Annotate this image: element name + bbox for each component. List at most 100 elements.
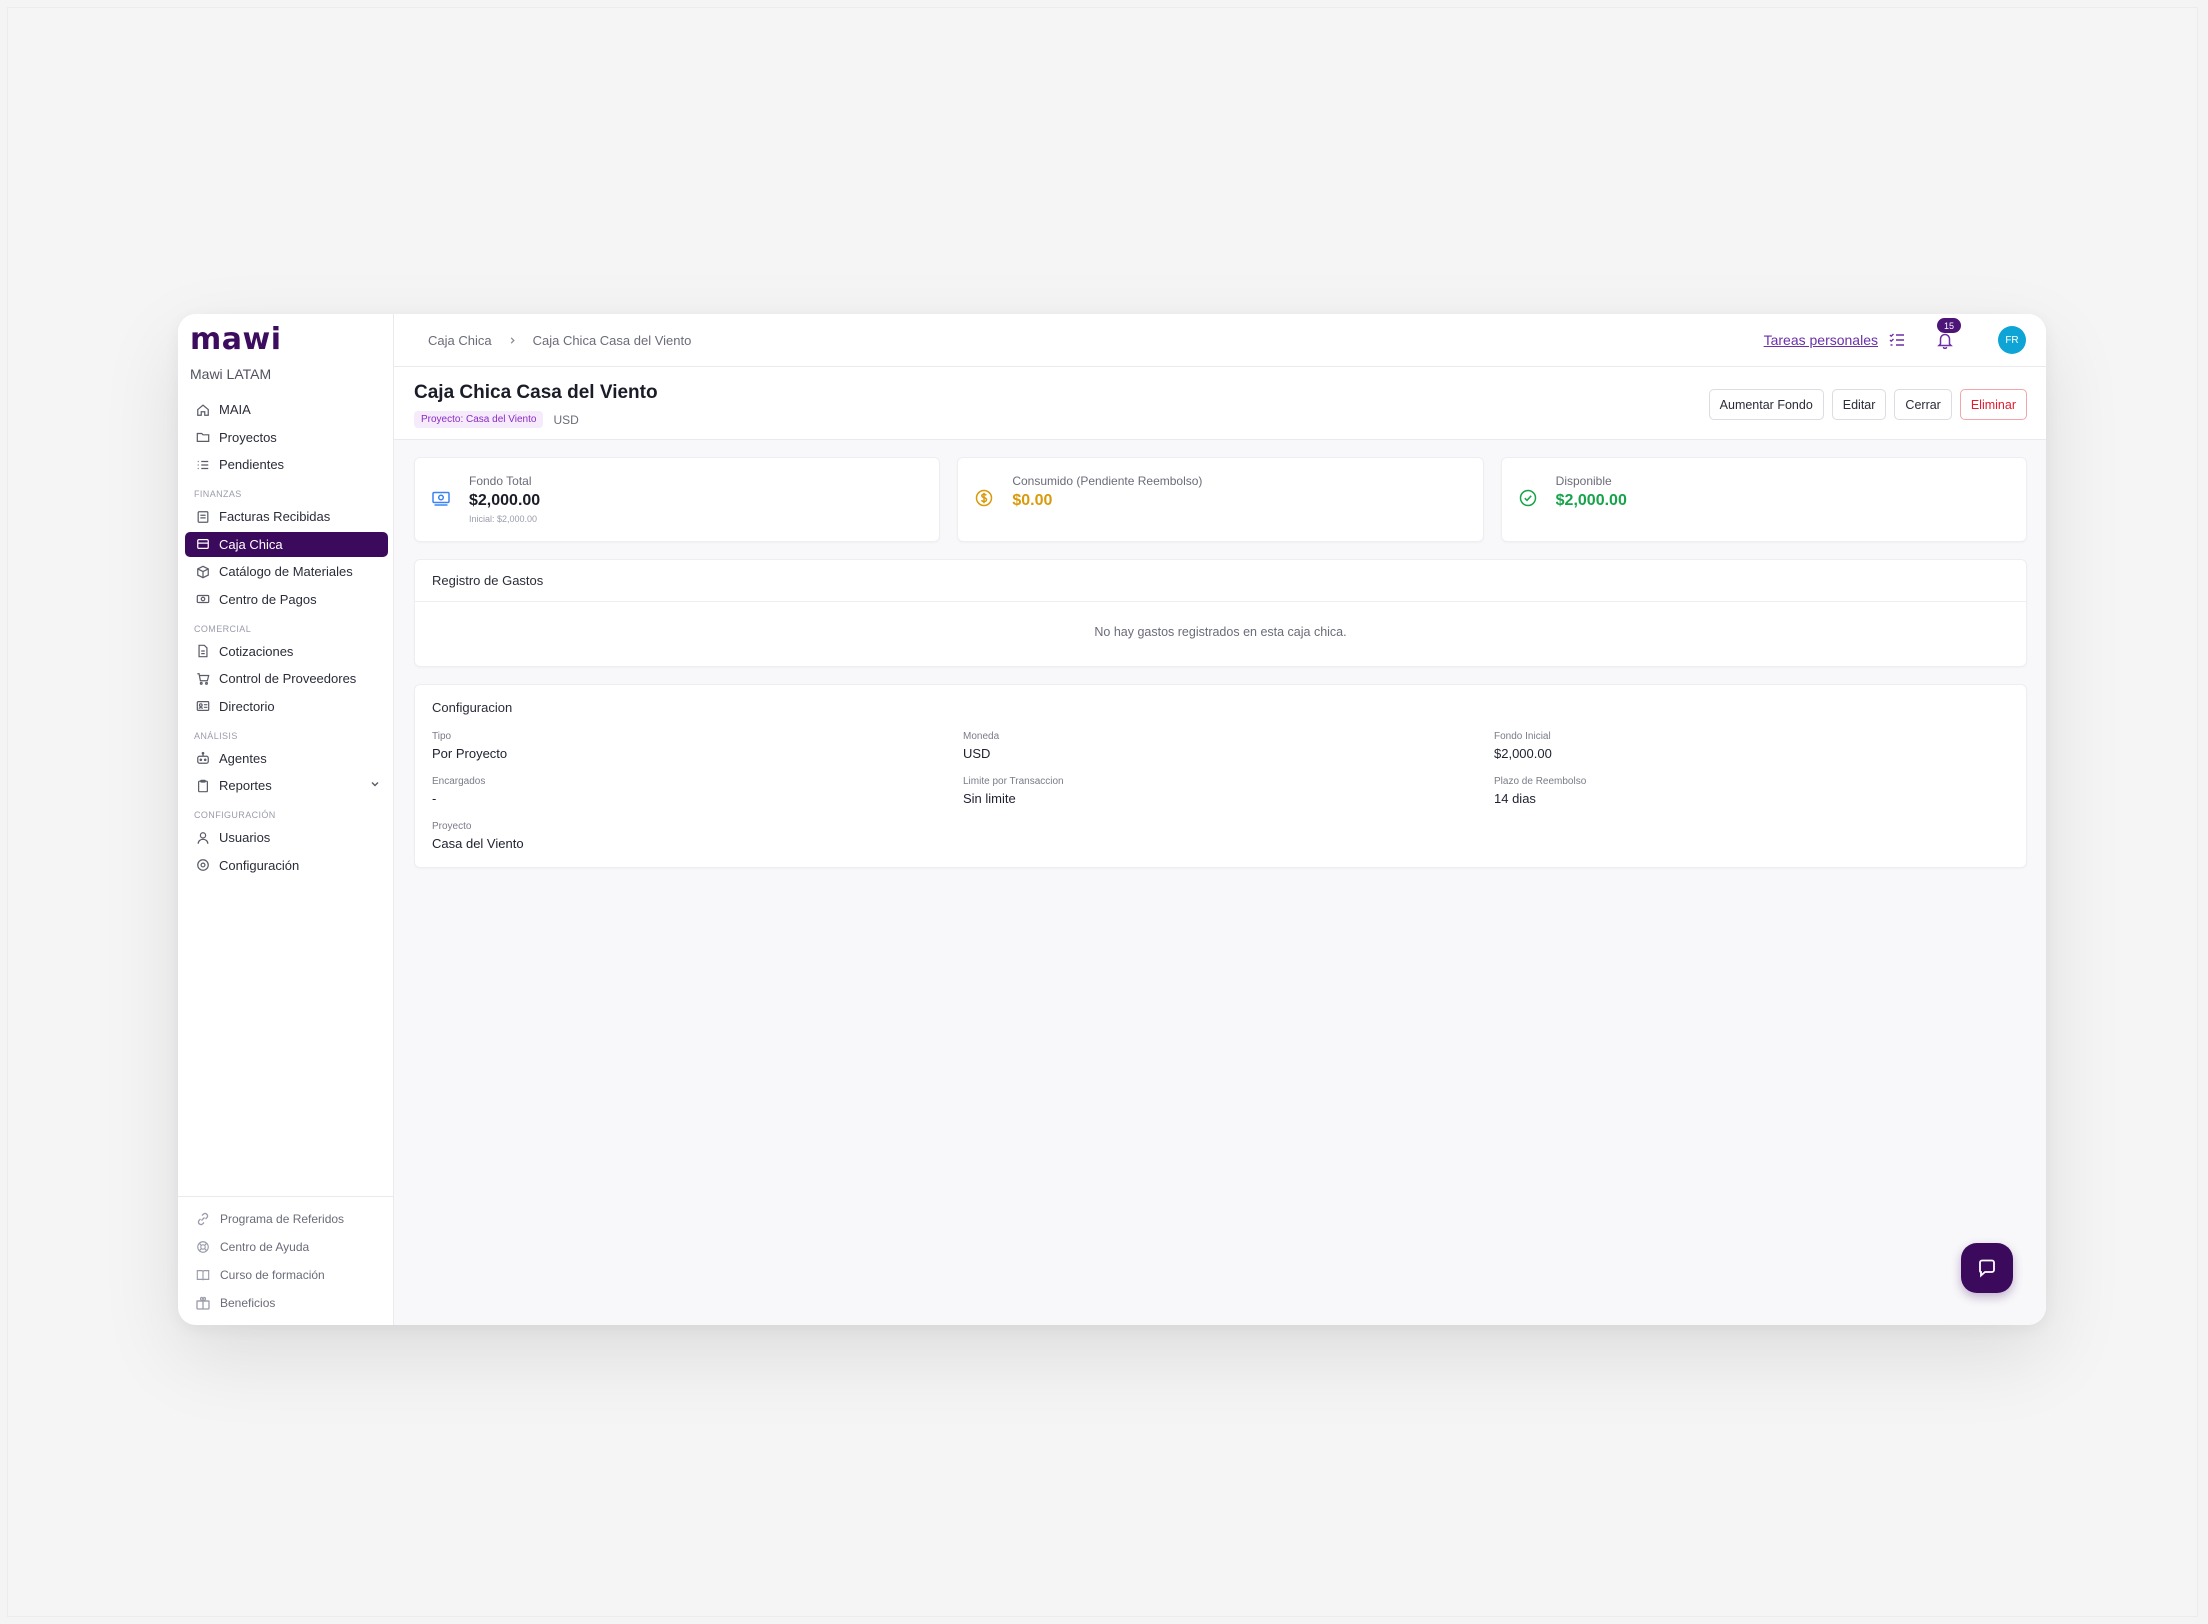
config-field-tipo: Tipo Por Proyecto: [432, 731, 507, 761]
sidebar-link-referidos[interactable]: Programa de Referidos: [194, 1205, 393, 1233]
notification-count-badge: 15: [1937, 318, 1961, 333]
stat-card-total: Fondo Total $2,000.00 Inicial: $2,000.00: [414, 457, 941, 542]
field-value: $2,000.00: [1494, 746, 1552, 761]
contacts-icon: [195, 698, 211, 714]
sidebar-item-agentes[interactable]: Agentes: [185, 746, 388, 771]
stat-value-available: $2,000.00: [1555, 492, 1627, 509]
sidebar-item-proyectos[interactable]: Proyectos: [185, 425, 388, 450]
personal-tasks-link[interactable]: Tareas personales: [1764, 332, 1878, 348]
project-badge[interactable]: Proyecto: Casa del Viento: [414, 411, 544, 428]
sidebar-item-label: Pendientes: [219, 457, 285, 472]
bottom-item-label: Programa de Referidos: [220, 1212, 345, 1226]
sidebar-item-label: Control de Proveedores: [219, 671, 357, 686]
gear-icon: [195, 857, 211, 873]
config-field-moneda: Moneda USD: [963, 731, 999, 761]
sidebar-footer: Programa de Referidos Centro de Ayuda Cu…: [178, 1196, 393, 1325]
sidebar-item-label: Caja Chica: [219, 536, 283, 552]
sidebar-link-beneficios[interactable]: Beneficios: [194, 1289, 393, 1317]
sidebar-item-pendientes[interactable]: Pendientes: [185, 452, 388, 477]
main-content: Caja Chica Caja Chica Casa del Viento Ta…: [394, 314, 2046, 1325]
stat-label: Fondo Total: [469, 474, 532, 488]
delete-button[interactable]: Eliminar: [1959, 389, 2027, 420]
currency-label: USD: [553, 412, 579, 427]
config-field-proyecto: Proyecto Casa del Viento: [432, 821, 524, 851]
field-value: Sin limite: [963, 791, 1016, 806]
cube-icon: [195, 564, 211, 580]
sidebar-link-ayuda[interactable]: Centro de Ayuda: [194, 1233, 393, 1261]
sidebar-item-configuracion[interactable]: Configuración: [185, 853, 388, 878]
user-icon: [195, 830, 211, 846]
sidebar-item-cotizaciones[interactable]: Cotizaciones: [185, 639, 388, 664]
stat-subtext: Inicial: $2,000.00: [469, 514, 538, 524]
sidebar-nav: MAIA Proyectos Pendientes FINANZAS Factu: [185, 397, 388, 880]
sidebar-item-catalogo[interactable]: Catálogo de Materiales: [185, 559, 388, 584]
expenses-title: Registro de Gastos: [415, 560, 2026, 602]
sidebar-item-label: Facturas Recibidas: [219, 509, 331, 524]
field-value: Casa del Viento: [432, 836, 524, 851]
field-label: Tipo: [432, 731, 452, 742]
organization-name[interactable]: Mawi LATAM: [190, 366, 271, 382]
invoice-icon: [195, 509, 211, 525]
nav-section-analisis: ANÁLISIS: [194, 730, 238, 741]
top-bar: Caja Chica Caja Chica Casa del Viento Ta…: [394, 314, 2046, 367]
sidebar-link-curso[interactable]: Curso de formación: [194, 1261, 393, 1289]
chat-bubble-icon: [1976, 1257, 1998, 1279]
field-value: USD: [963, 746, 991, 761]
sidebar-item-label: MAIA: [219, 402, 251, 417]
document-icon: [195, 643, 211, 659]
nav-section-comercial: COMERCIAL: [194, 623, 252, 634]
sidebar-item-label: Usuarios: [219, 830, 271, 845]
bell-icon: [1936, 331, 1954, 349]
stat-label: Consumido (Pendiente Reembolso): [1012, 474, 1203, 488]
chat-support-button[interactable]: [1961, 1243, 2013, 1293]
sidebar-item-label: Proyectos: [219, 429, 277, 445]
sidebar-item-label: Agentes: [219, 750, 267, 766]
list-icon: [195, 457, 211, 473]
field-label: Moneda: [963, 731, 1000, 742]
stats-row: Fondo Total $2,000.00 Inicial: $2,000.00…: [414, 457, 2027, 542]
sidebar-item-usuarios[interactable]: Usuarios: [185, 825, 388, 850]
sidebar-item-label: Cotizaciones: [219, 643, 294, 659]
stat-value-consumed: $0.00: [1012, 492, 1053, 509]
robot-icon: [195, 750, 211, 766]
chevron-right-icon: [508, 333, 517, 348]
nav-section-finanzas: FINANZAS: [194, 489, 242, 499]
sidebar-item-label: Catálogo de Materiales: [219, 564, 353, 579]
sidebar-item-caja-chica[interactable]: Caja Chica: [185, 531, 388, 557]
field-value: Por Proyecto: [432, 746, 508, 761]
page-body: Fondo Total $2,000.00 Inicial: $2,000.00…: [414, 457, 2027, 868]
sidebar-item-reportes[interactable]: Reportes: [185, 773, 388, 798]
stat-card-consumed: Consumido (Pendiente Reembolso) $0.00: [957, 457, 1484, 542]
bottom-item-label: Beneficios: [220, 1296, 276, 1310]
sidebar-item-label: Reportes: [219, 778, 272, 793]
field-label: Fondo Inicial: [1494, 731, 1551, 742]
increase-fund-button[interactable]: Aumentar Fondo: [1708, 389, 1824, 420]
field-value: 14 dias: [1494, 791, 1536, 806]
chevron-down-icon[interactable]: [370, 779, 380, 792]
bottom-item-label: Centro de Ayuda: [220, 1240, 310, 1254]
app-window: mawi Mawi LATAM MAIA Proyectos Pendiente…: [178, 314, 2046, 1325]
avatar[interactable]: FR: [1998, 326, 2026, 354]
breadcrumb-item-caja-chica[interactable]: Caja Chica: [428, 333, 492, 348]
page-frame: mawi Mawi LATAM MAIA Proyectos Pendiente…: [7, 7, 2198, 1617]
clipboard-icon: [195, 778, 211, 794]
sidebar-item-centro-pagos[interactable]: Centro de Pagos: [185, 587, 388, 612]
edit-button[interactable]: Editar: [1831, 389, 1887, 420]
field-label: Proyecto: [432, 821, 472, 832]
field-label: Encargados: [432, 776, 486, 787]
task-list-icon[interactable]: [1888, 331, 1906, 349]
sidebar-item-maia[interactable]: MAIA: [185, 397, 388, 422]
sidebar-item-proveedores[interactable]: Control de Proveedores: [185, 666, 388, 691]
sidebar-item-directorio[interactable]: Directorio: [185, 694, 388, 719]
app-logo[interactable]: mawi: [190, 322, 282, 357]
stat-value-total: $2,000.00: [469, 492, 541, 509]
notifications-button[interactable]: 15: [1936, 318, 1961, 349]
book-icon: [194, 1266, 212, 1284]
field-label: Plazo de Reembolso: [1494, 776, 1587, 787]
close-button[interactable]: Cerrar: [1894, 389, 1952, 420]
config-field-fondo-inicial: Fondo Inicial $2,000.00: [1494, 731, 1552, 761]
gift-icon: [194, 1294, 212, 1312]
stat-card-available: Disponible $2,000.00: [1500, 457, 2027, 542]
topbar-actions: Tareas personales 15 FR: [1764, 318, 2026, 354]
sidebar-item-facturas[interactable]: Facturas Recibidas: [185, 504, 388, 529]
